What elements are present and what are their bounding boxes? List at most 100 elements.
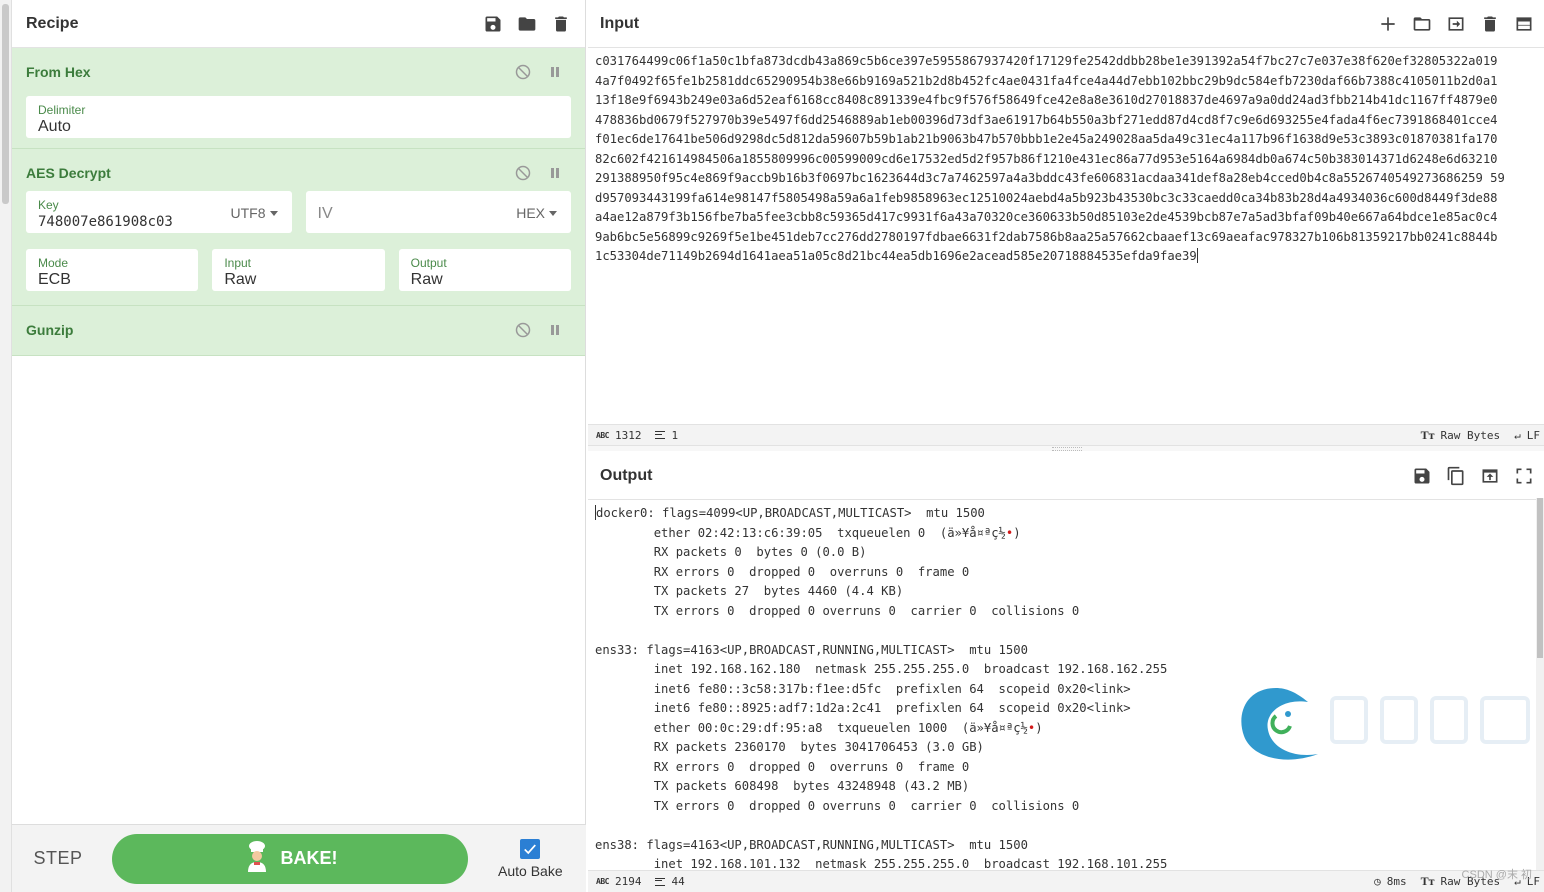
input-line: 478836bd0679f527970b39e5497f6dd2546889ab…: [595, 112, 1498, 127]
step-button[interactable]: STEP: [12, 848, 104, 869]
output-header-wrap: Output: [588, 452, 1544, 500]
load-recipe-icon[interactable]: [517, 14, 537, 34]
mode-field[interactable]: Mode ECB: [26, 249, 199, 291]
text-cursor: [1196, 248, 1198, 263]
output-line: TX errors 0 dropped 0 overruns 0 carrier…: [595, 798, 1080, 813]
operation-from-hex[interactable]: From Hex Delimiter Auto: [12, 48, 585, 149]
input-line: f01ec6de17641be506d9298dc5d812da59607b59…: [595, 132, 1498, 146]
text-cursor: [595, 505, 596, 520]
iv-encoding-dropdown[interactable]: HEX: [516, 205, 557, 221]
input-format-label: Input: [224, 256, 252, 270]
operation-gunzip[interactable]: Gunzip: [12, 306, 585, 356]
eol-icon: ↵: [1514, 428, 1521, 442]
input-line: d957093443199fa614e98147f5805498a59a6a1f…: [595, 190, 1498, 205]
delimiter-value[interactable]: Auto: [38, 117, 559, 137]
copy-output-icon[interactable]: [1446, 466, 1466, 486]
input-encoding[interactable]: Raw Bytes: [1441, 429, 1501, 442]
operation-title: Gunzip: [26, 322, 74, 338]
output-header: Output: [588, 452, 1544, 500]
add-tab-icon[interactable]: [1378, 14, 1398, 34]
auto-bake-checkbox[interactable]: [520, 838, 541, 859]
input-format-field[interactable]: Input Raw: [212, 249, 385, 291]
control-char: •: [1027, 720, 1036, 735]
cyberchef-window: Recipe From Hex Delimiter Auto AES Decry…: [0, 0, 1544, 892]
input-textarea[interactable]: c031764499c06f1a50c1bfa873dcdb43a869c5b6…: [588, 48, 1544, 424]
recipe-panel: Recipe From Hex Delimiter Auto AES Decry…: [12, 0, 586, 892]
text-encoding-icon: Tт: [1420, 427, 1435, 442]
left-scrollbar[interactable]: [0, 0, 12, 892]
save-recipe-icon[interactable]: [483, 14, 503, 34]
mode-value[interactable]: ECB: [38, 270, 186, 290]
output-scrollbar[interactable]: [1536, 498, 1544, 870]
operation-title: From Hex: [26, 64, 91, 80]
auto-bake-toggle[interactable]: Auto Bake: [498, 838, 563, 879]
output-line: docker0: flags=4099<UP,BROADCAST,MULTICA…: [595, 505, 985, 520]
length-icon: ABC: [596, 877, 609, 886]
chef-icon: [243, 840, 271, 877]
io-splitter[interactable]: [588, 446, 1544, 451]
output-length: 2194: [614, 875, 642, 888]
disable-icon[interactable]: [515, 322, 531, 338]
disable-icon[interactable]: [515, 165, 531, 181]
operation-title: AES Decrypt: [26, 165, 111, 181]
input-line-count: 1: [671, 428, 679, 442]
input-status-bar: ABC 1312 1 Tт Raw Bytes ↵ LF: [588, 424, 1544, 446]
scrollbar-thumb[interactable]: [1537, 498, 1543, 658]
delimiter-label: Delimiter: [38, 103, 86, 117]
watermark-logo: [1236, 684, 1536, 764]
recipe-toolbar: [483, 14, 571, 34]
clock-icon: ◷: [1374, 875, 1381, 888]
delimiter-field[interactable]: Delimiter Auto: [26, 96, 571, 138]
input-line: a4ae12a879f3b156fbe7ba5fee3cbb8c59365d41…: [595, 210, 1498, 224]
lines-icon: [655, 431, 666, 439]
layout-icon[interactable]: [1514, 14, 1534, 34]
control-char: •: [1005, 525, 1014, 540]
replace-input-icon[interactable]: [1480, 466, 1500, 486]
length-icon: ABC: [596, 430, 609, 440]
output-format-field[interactable]: Output Raw: [398, 249, 571, 291]
output-line: TX packets 608498 bytes 43248948 (43.2 M…: [595, 779, 970, 793]
pause-icon[interactable]: [547, 322, 563, 338]
output-format-value[interactable]: Raw: [411, 270, 559, 290]
output-line: inet 192.168.162.180 netmask 255.255.255…: [595, 662, 1168, 676]
input-toolbar: [1378, 14, 1534, 34]
input-length: 1312: [614, 428, 642, 442]
output-line: ens33: flags=4163<UP,BROADCAST,RUNNING,M…: [595, 642, 1028, 657]
input-format-value[interactable]: Raw: [224, 270, 372, 290]
clear-recipe-icon[interactable]: [551, 14, 571, 34]
output-line-count: 44: [671, 875, 685, 888]
input-line: 13f18e9f6943b249e03a6d52eaf6168cc8408c89…: [595, 93, 1498, 107]
input-line: 9ab6bc5e56899c9269f5e1be451deb7cc276dd27…: [595, 229, 1498, 244]
key-field[interactable]: Key 748007e861908c03 UTF8: [26, 191, 292, 233]
output-line: TX packets 27 bytes 4460 (4.4 KB): [595, 584, 904, 598]
input-eol[interactable]: LF: [1527, 429, 1540, 442]
open-folder-icon[interactable]: [1412, 14, 1432, 34]
iv-field[interactable]: IV HEX: [305, 191, 571, 233]
output-toolbar: [1412, 466, 1534, 486]
pause-icon[interactable]: [547, 64, 563, 80]
input-line: 291388950f95c4e869f9accb9b16b3f0697bc162…: [595, 171, 1505, 185]
output-line: inet 192.168.101.132 netmask 255.255.255…: [595, 857, 1168, 870]
output-title: Output: [600, 466, 653, 484]
pause-icon[interactable]: [547, 165, 563, 181]
open-file-icon[interactable]: [1446, 14, 1466, 34]
bake-time: 8ms: [1386, 875, 1407, 888]
bake-button[interactable]: BAKE!: [112, 833, 468, 884]
save-output-icon[interactable]: [1412, 466, 1432, 486]
input-line: 82c602f421614984506a1855809996c00599009c…: [595, 151, 1498, 166]
auto-bake-label: Auto Bake: [498, 862, 563, 879]
input-line: c031764499c06f1a50c1bfa873dcdb43a869c5b6…: [595, 54, 1498, 68]
output-line: ether 02:42:13:c6:39:05 txqueuelen 0 (ä»…: [595, 525, 1021, 540]
recipe-header: Recipe: [12, 0, 585, 48]
operation-aes-decrypt[interactable]: AES Decrypt Key 748007e861908c03 UTF8 IV…: [12, 149, 585, 306]
output-format-label: Output: [410, 256, 447, 270]
disable-icon[interactable]: [515, 64, 531, 80]
key-encoding-dropdown[interactable]: UTF8: [231, 205, 278, 221]
input-line: 1c53304de71149b2694d1641aea51a05c8d21bc4…: [595, 248, 1198, 263]
clear-input-icon[interactable]: [1480, 14, 1500, 34]
output-line: TX errors 0 dropped 0 overruns 0 carrier…: [595, 603, 1080, 618]
scrollbar-thumb[interactable]: [2, 4, 9, 204]
maximise-icon[interactable]: [1514, 466, 1534, 486]
